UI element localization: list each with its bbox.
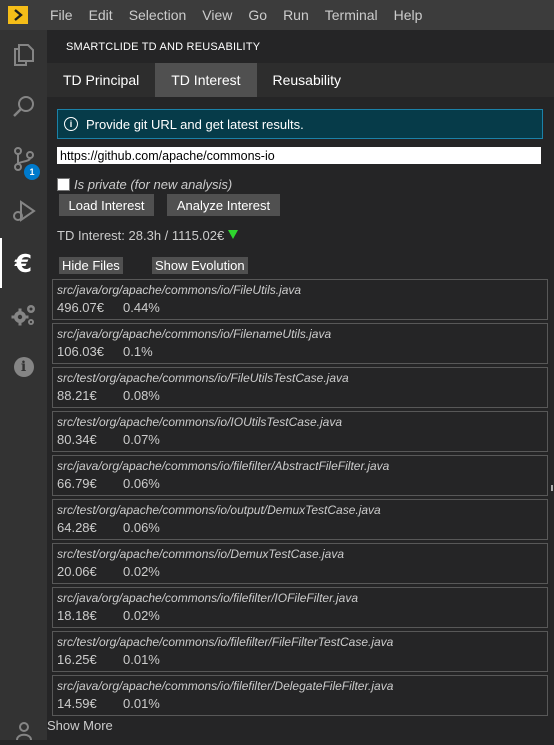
search-icon[interactable] [0,82,47,132]
menu-go[interactable]: Go [240,0,275,30]
file-cost: 106.03€ [57,344,104,359]
file-cost: 66.79€ [57,476,97,491]
file-percent: 0.06% [123,476,160,491]
file-list: src/java/org/apache/commons/io/FileUtils… [52,279,548,719]
analyze-interest-button[interactable]: Analyze Interest [167,194,280,216]
menu-selection[interactable]: Selection [121,0,195,30]
file-stats: 18.18€ 0.02% [57,607,547,625]
file-percent: 0.44% [123,300,160,315]
file-path: src/test/org/apache/commons/io/DemuxTest… [57,547,345,561]
tab-td-principal[interactable]: TD Principal [47,63,155,97]
file-percent: 0.01% [123,696,160,711]
file-path: src/test/org/apache/commons/io/IOUtilsTe… [57,415,343,429]
menu-terminal[interactable]: Terminal [317,0,386,30]
file-item: src/java/org/apache/commons/io/filefilte… [52,675,548,716]
file-path: src/java/org/apache/commons/io/filefilte… [57,679,394,693]
info-icon[interactable]: i [0,342,47,392]
file-item: src/test/org/apache/commons/io/DemuxTest… [52,543,548,584]
show-more-link[interactable]: Show More [47,718,113,733]
file-path: src/java/org/apache/commons/io/filefilte… [57,459,390,473]
td-interest-summary: TD Interest: 28.3h / 1115.02€ [57,228,239,243]
file-item: src/test/org/apache/commons/io/filefilte… [52,631,548,672]
info-circle-icon: i [64,117,78,131]
file-percent: 0.1% [123,344,153,359]
source-control-badge: 1 [24,164,40,180]
file-item: src/test/org/apache/commons/io/FileUtils… [52,367,548,408]
account-icon[interactable] [0,715,47,745]
info-message-box: i Provide git URL and get latest results… [57,109,543,139]
file-path: src/test/org/apache/commons/io/output/De… [57,503,381,517]
explorer-icon[interactable] [0,30,47,80]
private-label: Is private (for new analysis) [74,177,233,192]
menu-file[interactable]: File [42,0,81,30]
tab-td-interest[interactable]: TD Interest [155,63,257,97]
file-cost: 18.18€ [57,608,97,623]
private-option: Is private (for new analysis) [57,177,232,192]
file-item: src/test/org/apache/commons/io/IOUtilsTe… [52,411,548,452]
file-stats: 14.59€ 0.01% [57,695,547,713]
menu-run[interactable]: Run [275,0,317,30]
file-percent: 0.08% [123,388,160,403]
tab-bar: TD Principal TD Interest Reusability [47,63,554,97]
panel-title: SMARTCLIDE TD AND REUSABILITY [66,40,261,53]
panel-edge-marker [551,485,553,491]
file-cost: 496.07€ [57,300,104,315]
file-stats: 106.03€ 0.1% [57,343,547,361]
menu-edit[interactable]: Edit [81,0,121,30]
menu-view[interactable]: View [194,0,240,30]
file-percent: 0.02% [123,564,160,579]
smartclide-panel: SMARTCLIDE TD AND REUSABILITY TD Princip… [47,30,554,740]
file-cost: 80.34€ [57,432,97,447]
file-percent: 0.01% [123,652,160,667]
info-message: Provide git URL and get latest results. [86,116,304,132]
file-item: src/java/org/apache/commons/io/filefilte… [52,455,548,496]
file-cost: 64.28€ [57,520,97,535]
load-interest-button[interactable]: Load Interest [59,194,154,216]
euro-icon[interactable]: € [0,238,47,288]
file-path: src/java/org/apache/commons/io/FilenameU… [57,327,332,341]
file-item: src/java/org/apache/commons/io/filefilte… [52,587,548,628]
menu-help[interactable]: Help [386,0,431,30]
file-stats: 80.34€ 0.07% [57,431,547,449]
file-item: src/java/org/apache/commons/io/FilenameU… [52,323,548,364]
file-path: src/test/org/apache/commons/io/FileUtils… [57,371,349,385]
hide-files-button[interactable]: Hide Files [59,257,123,274]
info-circle: i [13,357,34,377]
private-checkbox[interactable] [57,178,70,191]
run-debug-icon[interactable] [0,186,47,236]
file-path: src/test/org/apache/commons/io/filefilte… [57,635,394,649]
file-percent: 0.02% [123,608,160,623]
show-evolution-button[interactable]: Show Evolution [152,257,248,274]
chevron-right-icon[interactable] [8,6,28,24]
file-stats: 496.07€ 0.44% [57,299,547,317]
info-circle-glyph: i [69,119,73,129]
file-cost: 16.25€ [57,652,97,667]
trend-down-icon [228,229,239,239]
file-percent: 0.07% [123,432,160,447]
file-stats: 64.28€ 0.06% [57,519,547,537]
file-cost: 88.21€ [57,388,97,403]
file-percent: 0.06% [123,520,160,535]
file-cost: 20.06€ [57,564,97,579]
source-control-icon[interactable]: 1 [0,134,47,184]
file-stats: 88.21€ 0.08% [57,387,547,405]
file-cost: 14.59€ [57,696,97,711]
git-url-input[interactable] [57,147,541,164]
settings-gears-icon[interactable] [0,290,47,340]
file-path: src/java/org/apache/commons/io/filefilte… [57,591,358,605]
file-stats: 66.79€ 0.06% [57,475,547,493]
info-glyph: i [20,359,27,375]
file-path: src/java/org/apache/commons/io/FileUtils… [57,283,302,297]
td-interest-text: TD Interest: 28.3h / 1115.02€ [57,228,225,243]
file-item: src/test/org/apache/commons/io/output/De… [52,499,548,540]
menu-bar: File Edit Selection View Go Run Terminal… [0,0,554,30]
file-item: src/java/org/apache/commons/io/FileUtils… [52,279,548,320]
file-stats: 16.25€ 0.01% [57,651,547,669]
euro-glyph: € [14,248,33,278]
activity-bar: 1 € i [0,30,47,740]
tab-reusability[interactable]: Reusability [257,63,357,97]
file-stats: 20.06€ 0.02% [57,563,547,581]
